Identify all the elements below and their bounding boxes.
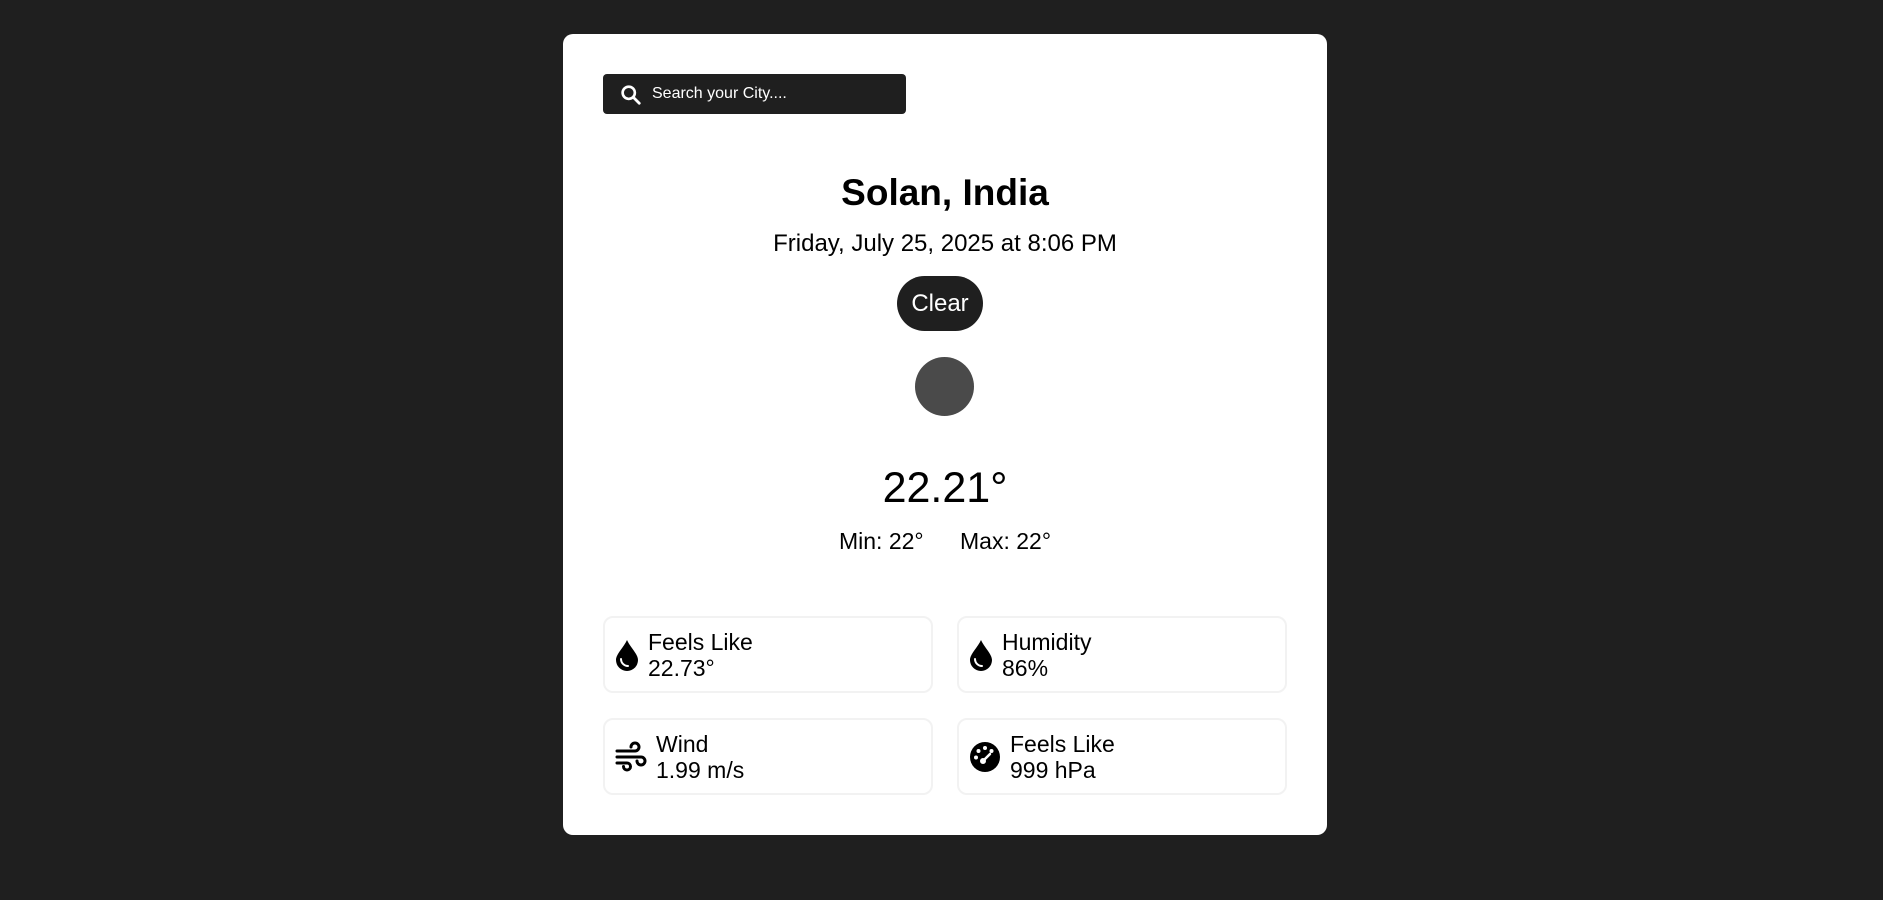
- min-temperature: Min: 22°: [838, 528, 924, 554]
- feels-like-card: Feels Like 22.73°: [603, 616, 933, 693]
- temperature: 22.21°: [882, 464, 1008, 512]
- max-temperature: Max: 22°: [960, 528, 1052, 554]
- humidity-card: Humidity 86%: [957, 616, 1287, 693]
- search-input[interactable]: [652, 85, 892, 103]
- wind-card: Wind 1.99 m/s: [603, 718, 933, 795]
- detail-label: Feels Like: [1010, 730, 1115, 757]
- min-max-temperature: Min: 22° Max: 22°: [563, 528, 1327, 555]
- search-icon[interactable]: [620, 84, 641, 105]
- weather-condition-badge: Clear: [897, 276, 983, 331]
- gauge-icon: [969, 741, 1001, 773]
- pressure-card: Feels Like 999 hPa: [957, 718, 1287, 795]
- detail-value: 1.99 m/s: [656, 756, 745, 783]
- wind-icon: [615, 741, 647, 773]
- detail-label: Feels Like: [648, 628, 753, 655]
- detail-value: 22.73°: [648, 654, 715, 681]
- weather-card: Solan, India Friday, July 25, 2025 at 8:…: [563, 34, 1327, 835]
- detail-label: Wind: [656, 730, 709, 757]
- water-drop-icon: [969, 639, 993, 671]
- detail-value: 999 hPa: [1010, 756, 1096, 783]
- detail-label: Humidity: [1002, 628, 1092, 655]
- water-drop-icon: [615, 639, 639, 671]
- city-name: Solan, India: [841, 172, 1049, 213]
- search-form: [603, 74, 906, 114]
- date-time: Friday, July 25, 2025 at 8:06 PM: [773, 230, 1117, 257]
- detail-value: 86%: [1002, 654, 1049, 681]
- weather-icon: [915, 357, 974, 416]
